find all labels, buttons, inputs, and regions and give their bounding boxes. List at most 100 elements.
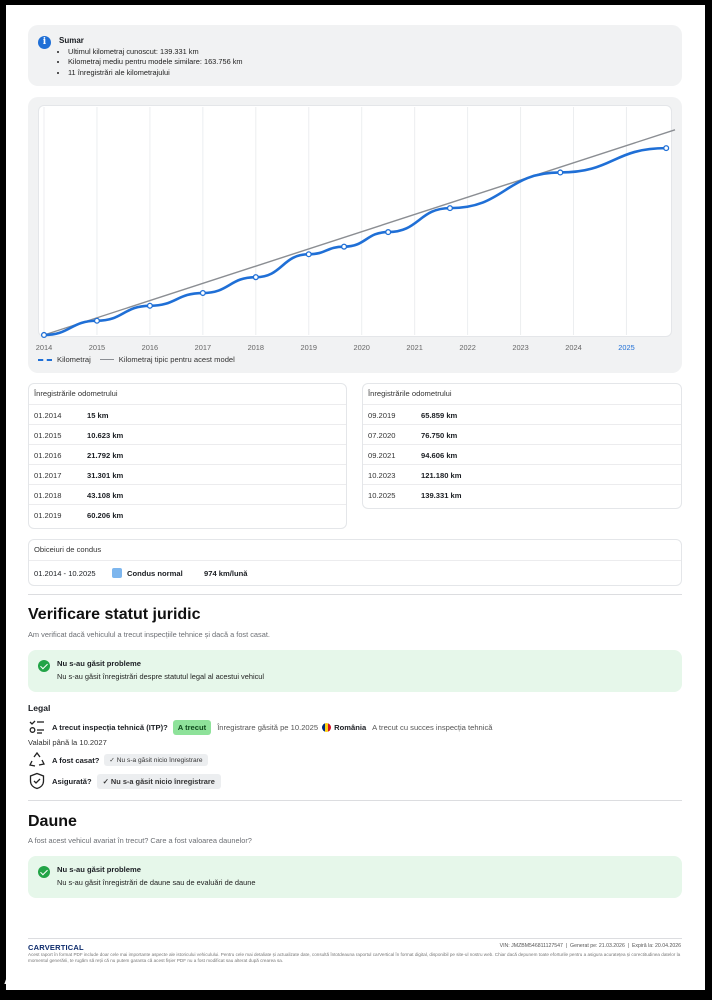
x-tick-label: 2014 (36, 343, 52, 352)
x-tick-label: 2015 (89, 343, 105, 352)
odometer-date: 01.2018 (34, 491, 62, 500)
odometer-date: 10.2025 (368, 491, 396, 500)
recycle-icon (29, 751, 45, 767)
mileage-line (42, 146, 668, 337)
summary-item: Kilometraj mediu pentru modele similare:… (68, 57, 243, 67)
typical-mileage-line (43, 129, 676, 336)
driving-habits-row: 01.2014 - 10.2025 Condus normal 974 km/l… (29, 560, 681, 584)
check-circle-icon (38, 866, 50, 878)
summary-item: 11 înregistrări ale kilometrajului (68, 68, 243, 78)
autovit-watermark: AUTOVIT.RO (4, 972, 98, 987)
summary-title: Sumar (59, 36, 84, 45)
x-tick-label: 2024 (565, 343, 581, 352)
summary-item: Ultimul kilometraj cunoscut: 139.331 km (68, 47, 243, 57)
odometer-date: 01.2019 (34, 511, 62, 520)
odometer-title: Înregistrările odometrului (368, 389, 452, 398)
mileage-point (199, 289, 206, 297)
legal-heading: Verificare statut juridic (28, 606, 201, 623)
odometer-title: Înregistrările odometrului (34, 389, 118, 398)
odometer-date: 09.2021 (368, 451, 396, 460)
odometer-date: 10.2023 (368, 471, 396, 480)
x-tick-label: 2021 (406, 343, 422, 352)
footer-disclaimer: Acest raport în format PDF include doar … (28, 952, 681, 963)
odometer-value: 121.180 km (421, 471, 462, 480)
driving-average: 974 km/lună (204, 569, 248, 578)
odometer-row: 01.2015 10.623 km (29, 424, 346, 444)
info-icon: i (38, 36, 51, 49)
odometer-row: 01.2019 60.206 km (29, 504, 346, 524)
odometer-date: 01.2017 (34, 471, 62, 480)
footer-meta: VIN: JMZBM546811127547 | Generat pe: 21.… (499, 943, 681, 949)
odometer-value: 139.331 km (421, 491, 462, 500)
chart-legend: Kilometraj Kilometraj tipic pentru acest… (38, 355, 235, 364)
odometer-row: 10.2025 139.331 km (363, 484, 681, 504)
odometer-row: 01.2016 21.792 km (29, 444, 346, 464)
mileage-point (305, 251, 312, 258)
driving-habits-title: Obiceiuri de condus (34, 545, 102, 554)
odometer-value: 31.301 km (87, 471, 124, 480)
romania-flag-icon (322, 722, 332, 732)
odometer-row: 01.2014 15 km (29, 404, 346, 424)
scrapped-status-text: Nu s-a găsit nicio înregistrare (116, 757, 203, 764)
scrapped-row: A fost casat? ✓ Nu s-a găsit nicio înreg… (28, 751, 208, 769)
footer-expires: Expiră la: 20.04.2026 (631, 943, 681, 949)
odometer-value: 60.206 km (87, 511, 124, 520)
mileage-point (446, 205, 454, 212)
mileage-point (252, 274, 259, 281)
itp-result: A trecut cu succes inspecția tehnică (372, 722, 493, 732)
itp-row: A trecut inspecția tehnică (ITP)? A trec… (28, 718, 492, 736)
odometer-value: 76.750 km (421, 431, 458, 440)
odometer-card-right: Înregistrările odometrului 09.2019 65.859… (362, 383, 682, 509)
mileage-point (557, 169, 564, 176)
mileage-point (146, 302, 153, 309)
odometer-row: 09.2021 94.606 km (363, 444, 681, 464)
odometer-date: 01.2014 (34, 411, 62, 420)
driving-habits-card: Obiceiuri de condus 01.2014 - 10.2025 Co… (28, 539, 682, 586)
insured-question: Asigurată? (52, 776, 92, 786)
odometer-value: 94.606 km (421, 451, 458, 460)
odometer-value: 65.859 km (421, 411, 458, 420)
odometer-date: 09.2019 (368, 411, 396, 420)
driving-period: 01.2014 - 10.2025 (34, 569, 96, 578)
odometer-row: 10.2023 121.180 km (363, 464, 681, 484)
mileage-point (385, 229, 392, 236)
legend-typical-swatch (99, 359, 114, 360)
odometer-value: 21.792 km (87, 451, 124, 460)
scrapped-question: A fost casat? (52, 755, 100, 765)
report-page: i Sumar Ultimul kilometraj cunoscut: 139… (6, 5, 705, 990)
x-tick-label: 2016 (142, 343, 158, 352)
itp-found-date: Înregistrare găsită pe 10.2025 (217, 722, 319, 732)
check-circle-icon (38, 660, 50, 672)
legal-ok-title: Nu s-au găsit probleme (57, 659, 141, 668)
damage-ok-box: Nu s-au găsit probleme Nu s-au găsit înr… (28, 856, 682, 898)
itp-country: România (334, 722, 367, 732)
x-tick-label: 2023 (512, 343, 528, 352)
driving-style-label: Condus normal (127, 569, 183, 578)
x-tick-label: 2025 (618, 343, 634, 352)
odometer-row: 09.2019 65.859 km (363, 404, 681, 424)
summary-list: Ultimul kilometraj cunoscut: 139.331 km … (68, 47, 243, 78)
legend-mileage-label: Kilometraj (57, 355, 91, 364)
odometer-row: 01.2017 31.301 km (29, 464, 346, 484)
odometer-value: 43.108 km (87, 491, 124, 500)
checklist-icon (29, 720, 44, 734)
itp-valid-until: Valabil până la 10.2027 (28, 738, 107, 747)
legal-ok-text: Nu s-au găsit înregistrări despre statut… (57, 672, 265, 681)
driving-style-swatch (112, 568, 122, 578)
x-tick-label: 2017 (195, 343, 211, 352)
footer-generated: Generat pe: 21.03.2026 (570, 943, 625, 949)
legal-subtitle: Am verificat dacă vehiculul a trecut ins… (28, 630, 270, 639)
itp-question: A trecut inspecția tehnică (ITP)? (52, 722, 168, 732)
scrapped-status-chip: ✓ Nu s-a găsit nicio înregistrare (104, 754, 208, 766)
damage-heading: Daune (28, 813, 77, 830)
insured-status-chip: ✓ Nu s-a găsit nicio înregistrare (96, 773, 221, 789)
legend-typical-label: Kilometraj tipic pentru acest model (118, 355, 235, 364)
odometer-card-left: Înregistrările odometrului 01.2014 15 km 0… (28, 383, 347, 529)
legal-ok-box: Nu s-au găsit probleme Nu s-au găsit înr… (28, 650, 682, 692)
mileage-point (663, 145, 670, 152)
odometer-row: 01.2018 43.108 km (29, 484, 346, 504)
shield-check-icon (29, 772, 45, 790)
mileage-point (93, 317, 101, 324)
summary-box: i Sumar Ultimul kilometraj cunoscut: 139… (28, 25, 682, 86)
section-divider (28, 800, 682, 801)
